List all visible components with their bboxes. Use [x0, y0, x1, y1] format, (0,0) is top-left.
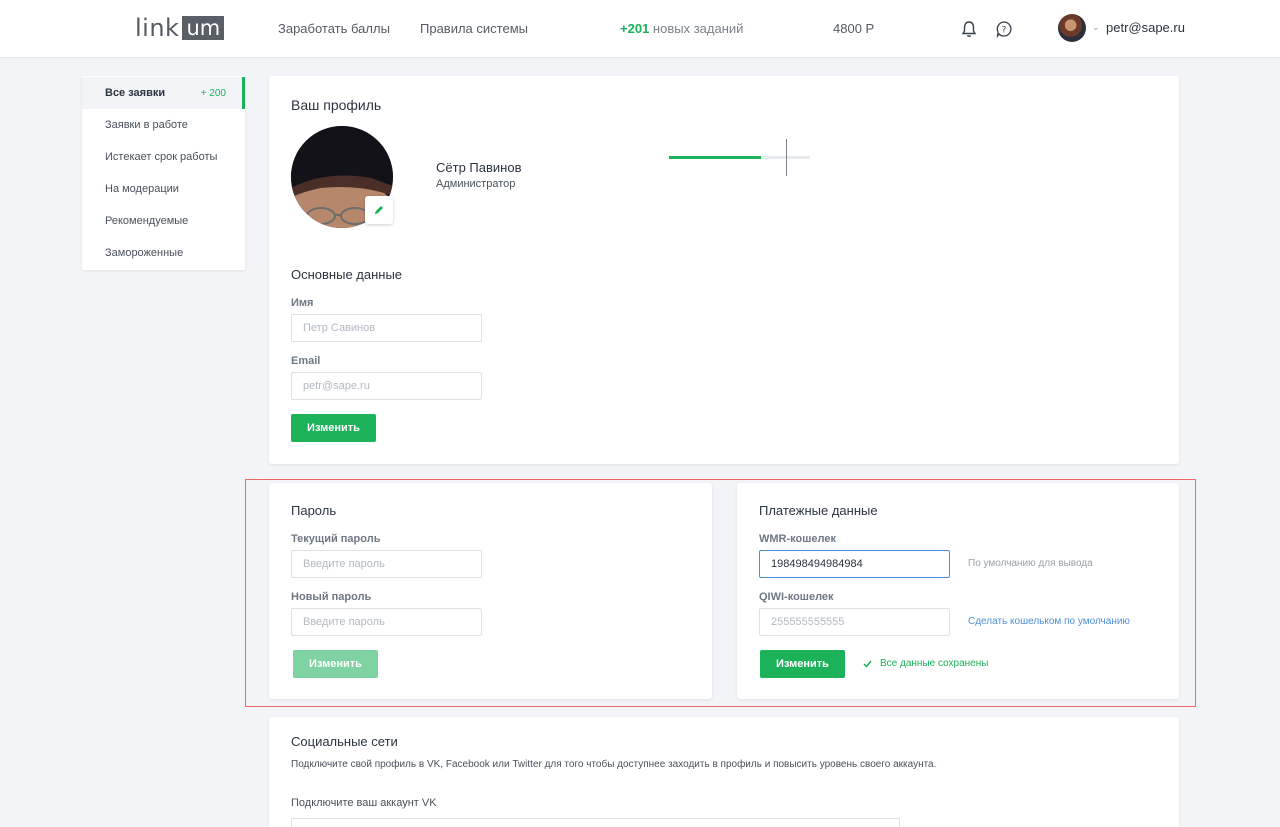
profile-card: Ваш профиль Сётр Павинов Администратор О… — [269, 76, 1179, 464]
edit-photo-button[interactable] — [365, 196, 393, 224]
logo[interactable]: link um — [135, 14, 225, 42]
sidebar-item-count: + 200 — [200, 87, 226, 99]
highlight-frame — [245, 479, 1196, 707]
progress-marker — [786, 139, 787, 176]
help-icon[interactable]: ? — [995, 20, 1013, 39]
social-title: Социальные сети — [291, 734, 398, 749]
email-label: Email — [291, 355, 321, 367]
chevron-down-icon[interactable]: ⌄ — [1092, 22, 1100, 33]
name-field[interactable] — [291, 314, 482, 342]
sidebar-item-label: Рекомендуемые — [105, 215, 189, 227]
vk-account-field[interactable] — [291, 818, 900, 827]
sidebar-item-recommended[interactable]: Рекомендуемые — [82, 205, 245, 237]
sidebar-item-frozen[interactable]: Замороженные — [82, 237, 245, 269]
bell-icon[interactable] — [961, 20, 979, 38]
svg-text:?: ? — [1002, 26, 1007, 36]
sidebar-item-moderation[interactable]: На модерации — [82, 173, 245, 205]
email-field[interactable] — [291, 372, 482, 400]
nav-system-rules[interactable]: Правила системы — [420, 21, 528, 36]
user-email[interactable]: petr@sape.ru — [1106, 20, 1185, 35]
logo-badge: um — [182, 16, 225, 40]
profile-progress-bar — [669, 156, 810, 159]
sidebar-item-all[interactable]: Все заявки + 200 — [82, 77, 245, 109]
profile-title: Ваш профиль — [291, 97, 382, 113]
top-header: link um Заработать баллы Правила системы… — [0, 0, 1280, 58]
profile-save-button[interactable]: Изменить — [291, 414, 376, 442]
sidebar-item-label: На модерации — [105, 183, 179, 195]
profile-name: Сётр Павинов — [436, 160, 522, 175]
sidebar-item-label: Истекает срок работы — [105, 151, 218, 163]
vk-connect-label: Подключите ваш аккаунт VK — [291, 797, 437, 809]
logo-text: link — [135, 14, 180, 42]
name-label: Имя — [291, 297, 314, 309]
new-tasks-count: +201 — [620, 21, 650, 36]
social-card: Социальные сети Подключите свой профиль … — [269, 717, 1179, 827]
balance: 4800 Р — [833, 21, 875, 36]
social-description: Подключите свой профиль в VK, Facebook и… — [291, 759, 937, 770]
sidebar-item-expiring[interactable]: Истекает срок работы — [82, 141, 245, 173]
nav-earn-points[interactable]: Заработать баллы — [278, 21, 390, 36]
basic-data-title: Основные данные — [291, 267, 403, 282]
profile-role: Администратор — [436, 178, 516, 190]
sidebar-item-label: Замороженные — [105, 247, 184, 259]
profile-progress-fill — [669, 156, 761, 159]
pencil-icon — [375, 206, 383, 214]
new-tasks-link[interactable]: +201 новых заданий — [620, 21, 743, 36]
sidebar-item-in-progress[interactable]: Заявки в работе — [82, 109, 245, 141]
new-tasks-label: новых заданий — [652, 21, 744, 36]
sidebar-item-label: Все заявки — [105, 87, 166, 99]
sidebar-item-label: Заявки в работе — [105, 119, 188, 131]
avatar[interactable] — [1058, 14, 1086, 42]
sidebar: Все заявки + 200 Заявки в работе Истекае… — [82, 76, 245, 270]
